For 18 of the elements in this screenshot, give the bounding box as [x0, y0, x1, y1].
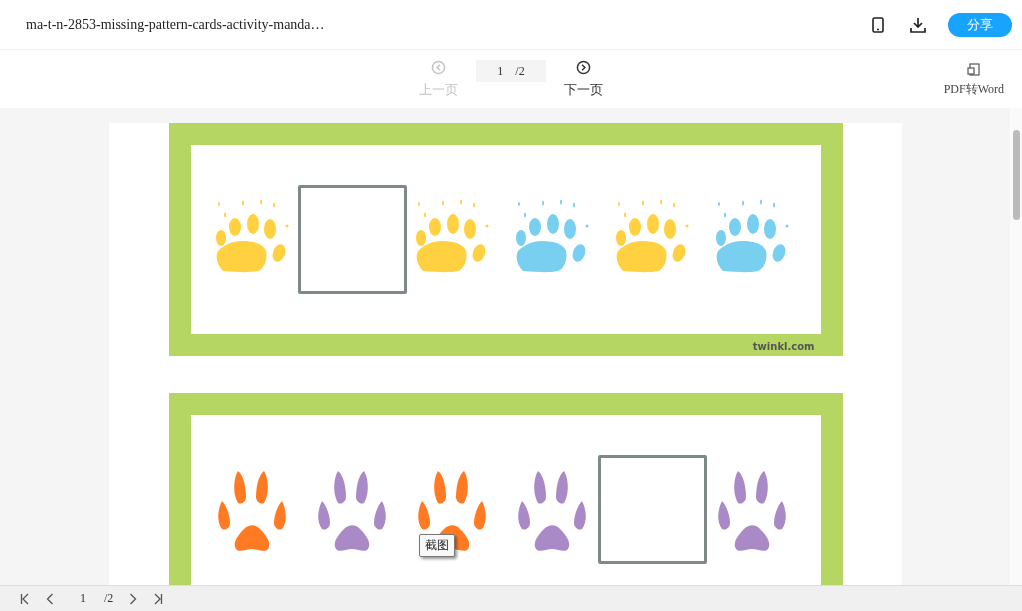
- scrollbar-thumb[interactable]: [1012, 130, 1020, 220]
- last-page-icon[interactable]: [153, 592, 164, 605]
- page-number-field[interactable]: 1 /2: [476, 60, 546, 82]
- phone-icon[interactable]: [872, 16, 884, 33]
- page-total: /2: [104, 591, 114, 606]
- download-icon[interactable]: [910, 16, 926, 33]
- left-arrow-circle-icon: [431, 59, 446, 75]
- document-title: ma-t-n-2853-missing-pattern-cards-activity-manda…: [26, 16, 325, 33]
- page-number-field[interactable]: 1: [80, 591, 86, 606]
- first-page-icon[interactable]: [20, 592, 30, 605]
- document-icon: [966, 63, 981, 77]
- right-arrow-circle-icon: [576, 59, 591, 75]
- previous-page-icon[interactable]: [46, 592, 54, 605]
- pdf-to-word-button[interactable]: PDF转Word: [943, 63, 1004, 98]
- next-page-button[interactable]: 下一页: [564, 59, 603, 99]
- tooltip: 截图: [419, 534, 455, 557]
- credit-text: twinkl.com: [752, 341, 815, 352]
- next-page-icon[interactable]: [129, 592, 138, 605]
